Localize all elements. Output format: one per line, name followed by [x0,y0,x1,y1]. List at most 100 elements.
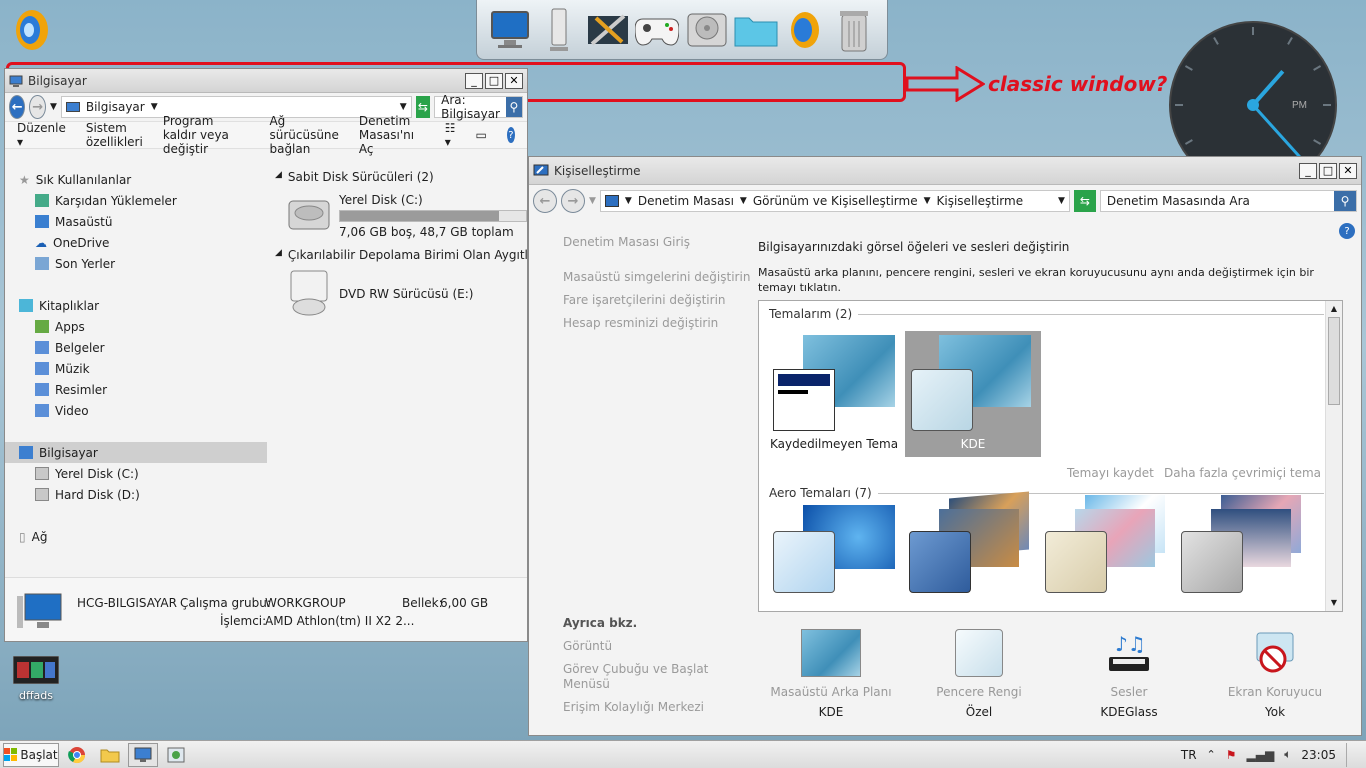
link-control-panel-home[interactable]: Denetim Masası Giriş [563,235,690,249]
network-signal-icon[interactable]: ▂▄▆ [1247,748,1275,762]
view-options-icon[interactable]: ☷ ▾ [445,121,456,149]
forward-button[interactable]: → [29,95,46,119]
start-button[interactable]: Başlat [3,742,59,767]
dock-monitor[interactable] [487,5,533,55]
setting-desktop-background[interactable]: Masaüstü Arka Planı KDE [765,629,897,719]
nav-disk-c[interactable]: Yerel Disk (C:) [5,463,267,484]
hdd-group-header[interactable]: ◢ Sabit Disk Sürücüleri (2) [275,170,434,184]
nav-favorites[interactable]: ★ Sık Kullanılanlar [5,169,267,190]
maximize-button[interactable]: □ [485,72,503,89]
nav-onedrive[interactable]: ☁ OneDrive [5,232,267,253]
link-taskbar-start[interactable]: Görev Çubuğu ve Başlat Menüsü [563,662,713,692]
nav-documents[interactable]: Belgeler [5,337,267,358]
language-indicator[interactable]: TR [1181,748,1197,762]
link-display[interactable]: Görüntü [563,639,612,653]
setting-window-color[interactable]: Pencere Rengi Özel [919,629,1039,719]
aero-theme-architecture[interactable] [909,491,1033,605]
toolbar-control-panel[interactable]: Denetim Masası'nı Aç [359,114,425,156]
nav-libraries[interactable]: Kitaplıklar [5,295,267,316]
theme-scrollbar[interactable]: ▲ ▼ [1325,301,1342,611]
nav-music[interactable]: Müzik [5,358,267,379]
search-icon[interactable]: ⚲ [1334,191,1356,211]
nav-network[interactable]: ▯ Ağ [5,526,267,547]
preview-pane-icon[interactable]: ▭ [475,128,486,142]
search-icon[interactable]: ⚲ [505,97,522,117]
clock-time[interactable]: 23:05 [1301,748,1336,762]
refresh-button[interactable]: ⇆ [1073,190,1096,212]
desktop-icon-vlc[interactable] [2,4,62,61]
nav-disk-d[interactable]: Hard Disk (D:) [5,484,267,505]
scroll-down-arrow[interactable]: ▼ [1326,595,1342,611]
dropdown-arrow-icon[interactable]: ▼ [1058,196,1065,206]
close-button[interactable]: ✕ [1339,162,1357,179]
dock-folder[interactable] [733,5,779,55]
toolbar-system-properties[interactable]: Sistem özellikleri [86,121,143,149]
theme-unsaved[interactable]: Kaydedilmeyen Tema [769,331,899,457]
maximize-button[interactable]: □ [1319,162,1337,179]
save-theme-link[interactable]: Temayı kaydet [1067,466,1154,480]
back-button[interactable]: ← [9,95,26,119]
taskbar-computer[interactable] [128,742,158,767]
minimize-button[interactable]: _ [1299,162,1317,179]
aero-theme-windows[interactable] [773,505,897,605]
action-center-icon[interactable]: ⚑ [1226,748,1237,762]
dropdown-arrow-icon[interactable]: ▼ [400,102,407,112]
show-hidden-icons[interactable]: ⌃ [1207,748,1216,761]
apps-icon [35,320,49,333]
toolbar-organize[interactable]: Düzenle ▾ [17,121,66,149]
link-ease-of-access[interactable]: Erişim Kolaylığı Merkezi [563,700,704,714]
aero-theme-landscapes[interactable] [1181,495,1305,605]
minimize-button[interactable]: _ [465,72,483,89]
nav-downloads[interactable]: Karşıdan Yüklemeler [5,190,267,211]
setting-sounds[interactable]: ♪♫ Sesler KDEGlass [1069,629,1189,719]
volume-icon[interactable]: 🔈︎ [1284,747,1291,762]
link-desktop-icons[interactable]: Masaüstü simgelerini değiştirin [563,270,750,284]
taskbar-explorer[interactable] [95,743,125,767]
breadcrumb-control-panel[interactable]: Denetim Masası [638,194,734,208]
desktop-icon-dffads[interactable]: dffads [6,655,66,702]
theme-kde[interactable]: KDE [905,331,1041,457]
dock-trash[interactable] [831,5,877,55]
taskbar-chrome[interactable] [62,743,92,767]
nav-computer[interactable]: Bilgisayar [5,442,267,463]
chevron-down-icon[interactable]: ▼ [50,102,57,112]
setting-screensaver[interactable]: Ekran Koruyucu Yok [1215,629,1335,719]
dock-vlc[interactable] [782,5,828,55]
taskbar-control-panel[interactable] [161,743,191,767]
aero-theme-characters[interactable] [1045,495,1169,605]
dock-computer-tower[interactable] [536,5,582,55]
help-icon[interactable]: ? [1339,223,1355,239]
dock-gamepad[interactable] [634,5,680,55]
personalization-titlebar[interactable]: Kişiselleştirme _ □ ✕ [529,157,1361,185]
scroll-thumb[interactable] [1328,317,1340,405]
nav-video[interactable]: Video [5,400,267,421]
disk-c-item[interactable]: Yerel Disk (C:) 7,06 GB boş, 48,7 GB top… [287,191,527,239]
dock-harddisk[interactable] [684,5,730,55]
explorer-titlebar[interactable]: Bilgisayar _ □ ✕ [5,69,527,93]
forward-button[interactable]: → [561,189,585,213]
back-button[interactable]: ← [533,189,557,213]
link-account-picture[interactable]: Hesap resminizi değiştirin [563,316,718,330]
breadcrumb-appearance[interactable]: Görünüm ve Kişiselleştirme [753,194,918,208]
show-desktop-button[interactable] [1346,742,1354,767]
tower-icon [549,8,568,51]
chevron-down-icon[interactable]: ▼ [589,196,596,206]
more-themes-link[interactable]: Daha fazla çevrimiçi tema al [1164,466,1336,480]
removable-group-header[interactable]: ◢ Çıkarılabilir Depolama Birimi Olan Ayg… [275,248,527,262]
nav-pictures[interactable]: Resimler [5,379,267,400]
dock-tools[interactable] [585,5,631,55]
search-input[interactable]: Ara: Bilgisayar ⚲ [434,93,523,121]
help-icon[interactable]: ? [506,127,515,143]
nav-desktop[interactable]: Masaüstü [5,211,267,232]
breadcrumb-personalization[interactable]: Kişiselleştirme [937,194,1024,208]
scroll-up-arrow[interactable]: ▲ [1326,301,1342,317]
close-button[interactable]: ✕ [505,72,523,89]
nav-recent[interactable]: Son Yerler [5,253,267,274]
toolbar-uninstall[interactable]: Program kaldır veya değiştir [163,114,250,156]
nav-apps[interactable]: Apps [5,316,267,337]
toolbar-map-network[interactable]: Ağ sürücüsüne bağlan [269,114,338,156]
link-mouse-pointers[interactable]: Fare işaretçilerini değiştirin [563,293,726,307]
breadcrumb[interactable]: ▼ Denetim Masası ▼ Görünüm ve Kişiselleş… [599,190,1070,212]
search-input[interactable]: Denetim Masasında Ara ⚲ [1099,190,1357,212]
dvd-item[interactable]: DVD RW Sürücüsü (E:) [287,267,527,317]
